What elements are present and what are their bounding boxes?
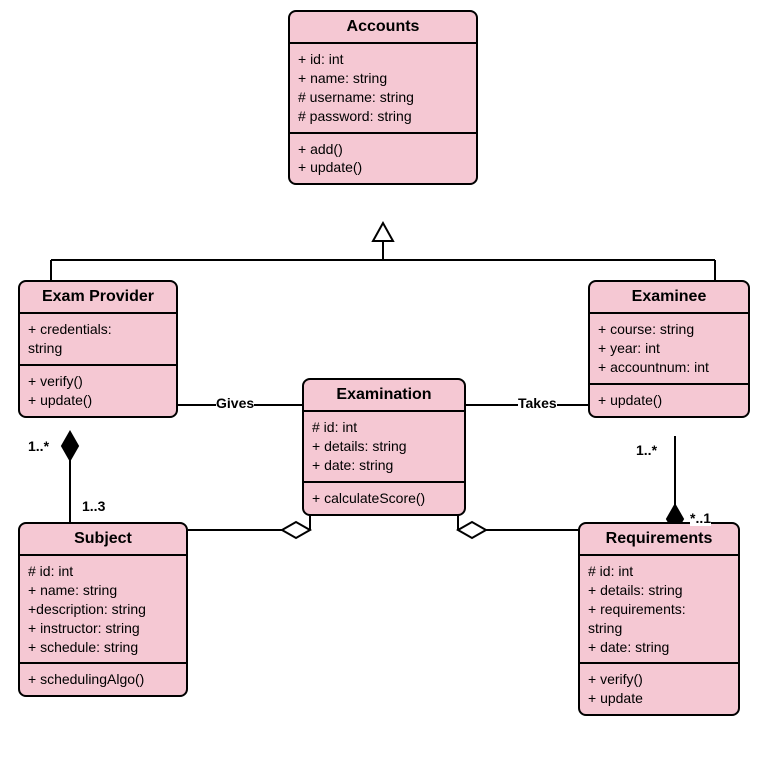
attr-row: string <box>28 339 168 358</box>
attr-row: # password: string <box>298 107 468 126</box>
attr-row: + course: string <box>598 320 740 339</box>
class-subject: Subject # id: int + name: string +descri… <box>18 522 188 697</box>
op-row: + verify() <box>588 670 730 689</box>
attr-row: # id: int <box>28 562 178 581</box>
attr-row: + date: string <box>312 456 456 475</box>
class-attributes: + id: int + name: string # username: str… <box>290 44 476 134</box>
attr-row: + credentials: <box>28 320 168 339</box>
attr-row: + requirements: <box>588 600 730 619</box>
class-operations: + schedulingAlgo() <box>20 664 186 695</box>
attr-row: + date: string <box>588 638 730 657</box>
class-exam-provider: Exam Provider + credentials: string + ve… <box>18 280 178 418</box>
class-title: Exam Provider <box>20 282 176 314</box>
attr-row: +description: string <box>28 600 178 619</box>
class-accounts: Accounts + id: int + name: string # user… <box>288 10 478 185</box>
attr-row: + year: int <box>598 339 740 358</box>
op-row: + add() <box>298 140 468 159</box>
op-row: + verify() <box>28 372 168 391</box>
class-attributes: # id: int + details: string + requiremen… <box>580 556 738 664</box>
class-attributes: + credentials: string <box>20 314 176 366</box>
multiplicity-examinee-req-bot: *..1 <box>690 510 711 526</box>
class-examinee: Examinee + course: string + year: int + … <box>588 280 750 418</box>
class-operations: + verify() + update() <box>20 366 176 416</box>
multiplicity-examinee-req-top: 1..* <box>636 442 657 458</box>
class-operations: + add() + update() <box>290 134 476 184</box>
class-attributes: # id: int + name: string +description: s… <box>20 556 186 664</box>
class-title: Examination <box>304 380 464 412</box>
class-examination: Examination # id: int + details: string … <box>302 378 466 516</box>
association-label-takes: Takes <box>518 395 557 411</box>
multiplicity-prov-subj-top: 1..* <box>28 438 49 454</box>
class-title: Subject <box>20 524 186 556</box>
attr-row: # id: int <box>312 418 456 437</box>
attr-row: + id: int <box>298 50 468 69</box>
attr-row: + details: string <box>588 581 730 600</box>
attr-row: + name: string <box>298 69 468 88</box>
class-title: Requirements <box>580 524 738 556</box>
attr-row: + accountnum: int <box>598 358 740 377</box>
class-title: Accounts <box>290 12 476 44</box>
attr-row: + details: string <box>312 437 456 456</box>
class-attributes: + course: string + year: int + accountnu… <box>590 314 748 385</box>
op-row: + calculateScore() <box>312 489 456 508</box>
class-operations: + calculateScore() <box>304 483 464 514</box>
attr-row: # username: string <box>298 88 468 107</box>
attr-row: + schedule: string <box>28 638 178 657</box>
attr-row: # id: int <box>588 562 730 581</box>
association-label-gives: Gives <box>216 395 254 411</box>
attr-row: + instructor: string <box>28 619 178 638</box>
class-operations: + verify() + update <box>580 664 738 714</box>
op-row: + update <box>588 689 730 708</box>
op-row: + update() <box>298 158 468 177</box>
op-row: + update() <box>28 391 168 410</box>
op-row: + update() <box>598 391 740 410</box>
multiplicity-prov-subj-bot: 1..3 <box>82 498 105 514</box>
attr-row: string <box>588 619 730 638</box>
attr-row: + name: string <box>28 581 178 600</box>
class-attributes: # id: int + details: string + date: stri… <box>304 412 464 483</box>
class-operations: + update() <box>590 385 748 416</box>
class-requirements: Requirements # id: int + details: string… <box>578 522 740 716</box>
class-title: Examinee <box>590 282 748 314</box>
op-row: + schedulingAlgo() <box>28 670 178 689</box>
